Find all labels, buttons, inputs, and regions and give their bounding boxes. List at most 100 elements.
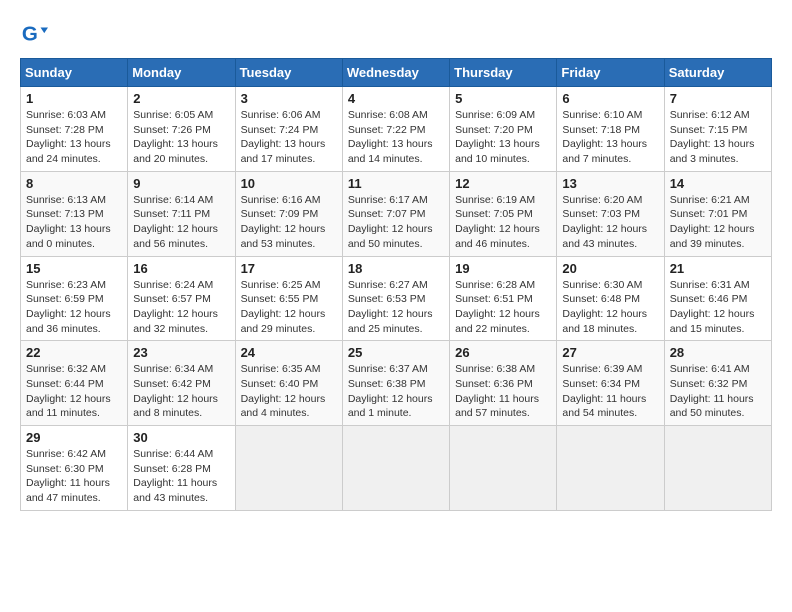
calendar-cell: 27 Sunrise: 6:39 AM Sunset: 6:34 PM Dayli… [557,341,664,426]
day-number: 11 [348,176,444,191]
calendar-cell: 29Sunrise: 6:42 AM Sunset: 6:30 PM Dayli… [21,426,128,511]
calendar-cell: 26 Sunrise: 6:38 AM Sunset: 6:36 PM Dayli… [450,341,557,426]
weekday-header-sunday: Sunday [21,59,128,87]
calendar-cell: 19Sunrise: 6:28 AM Sunset: 6:51 PM Dayli… [450,256,557,341]
calendar-week-5: 29Sunrise: 6:42 AM Sunset: 6:30 PM Dayli… [21,426,772,511]
day-number: 20 [562,261,658,276]
day-number: 27 [562,345,658,360]
weekday-header-wednesday: Wednesday [342,59,449,87]
calendar-cell: 11 Sunrise: 6:17 AM Sunset: 7:07 PM Dayli… [342,171,449,256]
day-number: 12 [455,176,551,191]
cell-content: Sunrise: 6:34 AM Sunset: 6:42 PM Dayligh… [133,362,229,421]
day-number: 26 [455,345,551,360]
calendar-cell: 22 Sunrise: 6:32 AM Sunset: 6:44 PM Dayli… [21,341,128,426]
day-number: 13 [562,176,658,191]
cell-content: Sunrise: 6:44 AM Sunset: 6:28 PM Dayligh… [133,447,229,506]
cell-content: Sunrise: 6:12 AM Sunset: 7:15 PM Dayligh… [670,108,766,167]
day-number: 29 [26,430,122,445]
calendar-cell: 1Sunrise: 6:03 AM Sunset: 7:28 PM Daylig… [21,87,128,172]
day-number: 8 [26,176,122,191]
cell-content: Sunrise: 6:14 AM Sunset: 7:11 PM Dayligh… [133,193,229,252]
calendar-cell: 18 Sunrise: 6:27 AM Sunset: 6:53 PM Dayli… [342,256,449,341]
calendar-week-4: 22 Sunrise: 6:32 AM Sunset: 6:44 PM Dayli… [21,341,772,426]
calendar-week-2: 8 Sunrise: 6:13 AM Sunset: 7:13 PM Daylig… [21,171,772,256]
calendar-cell: 6 Sunrise: 6:10 AM Sunset: 7:18 PM Daylig… [557,87,664,172]
day-number: 17 [241,261,337,276]
calendar-cell: 15Sunrise: 6:23 AM Sunset: 6:59 PM Dayli… [21,256,128,341]
calendar-cell: 25 Sunrise: 6:37 AM Sunset: 6:38 PM Dayli… [342,341,449,426]
page-header: G [20,20,772,48]
calendar-cell [557,426,664,511]
cell-content: Sunrise: 6:08 AM Sunset: 7:22 PM Dayligh… [348,108,444,167]
weekday-header-saturday: Saturday [664,59,771,87]
calendar-cell [664,426,771,511]
cell-content: Sunrise: 6:37 AM Sunset: 6:38 PM Dayligh… [348,362,444,421]
calendar-cell: 13 Sunrise: 6:20 AM Sunset: 7:03 PM Dayli… [557,171,664,256]
calendar-cell: 10Sunrise: 6:16 AM Sunset: 7:09 PM Dayli… [235,171,342,256]
calendar-cell [235,426,342,511]
day-number: 3 [241,91,337,106]
calendar-cell: 12 Sunrise: 6:19 AM Sunset: 7:05 PM Dayli… [450,171,557,256]
day-number: 25 [348,345,444,360]
day-number: 24 [241,345,337,360]
cell-content: Sunrise: 6:30 AM Sunset: 6:48 PM Dayligh… [562,278,658,337]
calendar-cell: 24 Sunrise: 6:35 AM Sunset: 6:40 PM Dayli… [235,341,342,426]
cell-content: Sunrise: 6:24 AM Sunset: 6:57 PM Dayligh… [133,278,229,337]
calendar-cell: 8 Sunrise: 6:13 AM Sunset: 7:13 PM Daylig… [21,171,128,256]
cell-content: Sunrise: 6:32 AM Sunset: 6:44 PM Dayligh… [26,362,122,421]
day-number: 16 [133,261,229,276]
cell-content: Sunrise: 6:31 AM Sunset: 6:46 PM Dayligh… [670,278,766,337]
day-number: 9 [133,176,229,191]
calendar-cell: 28 Sunrise: 6:41 AM Sunset: 6:32 PM Dayli… [664,341,771,426]
cell-content: Sunrise: 6:35 AM Sunset: 6:40 PM Dayligh… [241,362,337,421]
day-number: 21 [670,261,766,276]
cell-content: Sunrise: 6:38 AM Sunset: 6:36 PM Dayligh… [455,362,551,421]
calendar-cell [450,426,557,511]
cell-content: Sunrise: 6:41 AM Sunset: 6:32 PM Dayligh… [670,362,766,421]
day-number: 28 [670,345,766,360]
day-number: 6 [562,91,658,106]
cell-content: Sunrise: 6:06 AM Sunset: 7:24 PM Dayligh… [241,108,337,167]
cell-content: Sunrise: 6:17 AM Sunset: 7:07 PM Dayligh… [348,193,444,252]
calendar-cell: 30Sunrise: 6:44 AM Sunset: 6:28 PM Dayli… [128,426,235,511]
calendar-cell: 7 Sunrise: 6:12 AM Sunset: 7:15 PM Daylig… [664,87,771,172]
calendar-cell: 2 Sunrise: 6:05 AM Sunset: 7:26 PM Daylig… [128,87,235,172]
weekday-header-row: SundayMondayTuesdayWednesdayThursdayFrid… [21,59,772,87]
weekday-header-tuesday: Tuesday [235,59,342,87]
cell-content: Sunrise: 6:27 AM Sunset: 6:53 PM Dayligh… [348,278,444,337]
day-number: 19 [455,261,551,276]
calendar-cell: 14 Sunrise: 6:21 AM Sunset: 7:01 PM Dayli… [664,171,771,256]
cell-content: Sunrise: 6:16 AM Sunset: 7:09 PM Dayligh… [241,193,337,252]
day-number: 22 [26,345,122,360]
calendar-cell: 3 Sunrise: 6:06 AM Sunset: 7:24 PM Daylig… [235,87,342,172]
day-number: 4 [348,91,444,106]
day-number: 2 [133,91,229,106]
calendar-cell: 9 Sunrise: 6:14 AM Sunset: 7:11 PM Daylig… [128,171,235,256]
svg-text:G: G [22,23,38,46]
day-number: 23 [133,345,229,360]
cell-content: Sunrise: 6:20 AM Sunset: 7:03 PM Dayligh… [562,193,658,252]
calendar-cell: 17 Sunrise: 6:25 AM Sunset: 6:55 PM Dayli… [235,256,342,341]
weekday-header-thursday: Thursday [450,59,557,87]
calendar-cell: 20 Sunrise: 6:30 AM Sunset: 6:48 PM Dayli… [557,256,664,341]
calendar-week-3: 15Sunrise: 6:23 AM Sunset: 6:59 PM Dayli… [21,256,772,341]
calendar-table: SundayMondayTuesdayWednesdayThursdayFrid… [20,58,772,511]
cell-content: Sunrise: 6:19 AM Sunset: 7:05 PM Dayligh… [455,193,551,252]
calendar-cell: 16 Sunrise: 6:24 AM Sunset: 6:57 PM Dayli… [128,256,235,341]
cell-content: Sunrise: 6:21 AM Sunset: 7:01 PM Dayligh… [670,193,766,252]
day-number: 7 [670,91,766,106]
cell-content: Sunrise: 6:25 AM Sunset: 6:55 PM Dayligh… [241,278,337,337]
cell-content: Sunrise: 6:03 AM Sunset: 7:28 PM Dayligh… [26,108,122,167]
cell-content: Sunrise: 6:05 AM Sunset: 7:26 PM Dayligh… [133,108,229,167]
cell-content: Sunrise: 6:39 AM Sunset: 6:34 PM Dayligh… [562,362,658,421]
logo-icon: G [20,20,48,48]
cell-content: Sunrise: 6:13 AM Sunset: 7:13 PM Dayligh… [26,193,122,252]
cell-content: Sunrise: 6:10 AM Sunset: 7:18 PM Dayligh… [562,108,658,167]
day-number: 18 [348,261,444,276]
day-number: 14 [670,176,766,191]
logo: G [20,20,52,48]
calendar-cell: 21 Sunrise: 6:31 AM Sunset: 6:46 PM Dayli… [664,256,771,341]
cell-content: Sunrise: 6:09 AM Sunset: 7:20 PM Dayligh… [455,108,551,167]
day-number: 5 [455,91,551,106]
calendar-cell [342,426,449,511]
